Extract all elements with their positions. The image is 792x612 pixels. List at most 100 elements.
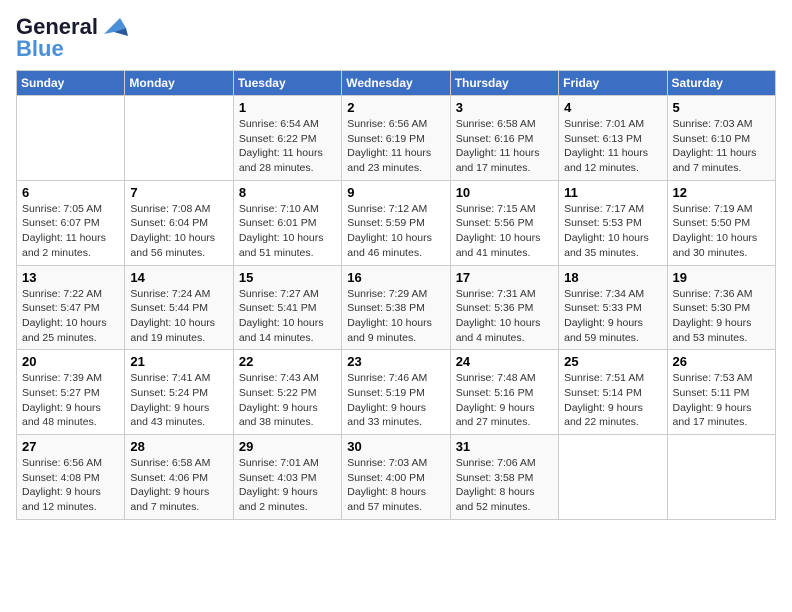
day-number: 20 bbox=[22, 354, 119, 369]
day-info: Sunrise: 7:17 AMSunset: 5:53 PMDaylight:… bbox=[564, 202, 661, 261]
daylight-text: Daylight: 9 hours and 27 minutes. bbox=[456, 402, 535, 429]
day-number: 11 bbox=[564, 185, 661, 200]
sunset-text: Sunset: 4:03 PM bbox=[239, 472, 317, 484]
weekday-header: Thursday bbox=[450, 71, 558, 96]
sunset-text: Sunset: 6:01 PM bbox=[239, 217, 317, 229]
calendar-cell: 19Sunrise: 7:36 AMSunset: 5:30 PMDayligh… bbox=[667, 265, 775, 350]
calendar-cell: 7Sunrise: 7:08 AMSunset: 6:04 PMDaylight… bbox=[125, 180, 233, 265]
daylight-text: Daylight: 11 hours and 12 minutes. bbox=[564, 147, 648, 174]
sunset-text: Sunset: 5:33 PM bbox=[564, 302, 642, 314]
sunset-text: Sunset: 4:08 PM bbox=[22, 472, 100, 484]
logo-wing-icon bbox=[100, 14, 130, 44]
calendar-cell: 12Sunrise: 7:19 AMSunset: 5:50 PMDayligh… bbox=[667, 180, 775, 265]
daylight-text: Daylight: 11 hours and 17 minutes. bbox=[456, 147, 540, 174]
calendar-cell: 8Sunrise: 7:10 AMSunset: 6:01 PMDaylight… bbox=[233, 180, 341, 265]
day-number: 28 bbox=[130, 439, 227, 454]
sunset-text: Sunset: 5:44 PM bbox=[130, 302, 208, 314]
sunset-text: Sunset: 5:41 PM bbox=[239, 302, 317, 314]
daylight-text: Daylight: 8 hours and 57 minutes. bbox=[347, 486, 426, 513]
calendar-cell: 30Sunrise: 7:03 AMSunset: 4:00 PMDayligh… bbox=[342, 435, 450, 520]
daylight-text: Daylight: 10 hours and 51 minutes. bbox=[239, 232, 324, 259]
daylight-text: Daylight: 8 hours and 52 minutes. bbox=[456, 486, 535, 513]
day-number: 16 bbox=[347, 270, 444, 285]
sunrise-text: Sunrise: 7:06 AM bbox=[456, 457, 536, 469]
sunrise-text: Sunrise: 7:34 AM bbox=[564, 288, 644, 300]
logo: GeneralBlue bbox=[16, 16, 130, 60]
calendar-table: SundayMondayTuesdayWednesdayThursdayFrid… bbox=[16, 70, 776, 520]
sunset-text: Sunset: 6:16 PM bbox=[456, 133, 534, 145]
day-info: Sunrise: 7:27 AM Sunset: 5:41 PM Daylight:… bbox=[239, 287, 336, 346]
calendar-header-row: SundayMondayTuesdayWednesdayThursdayFrid… bbox=[17, 71, 776, 96]
sunrise-text: Sunrise: 6:58 AM bbox=[130, 457, 210, 469]
day-number: 2 bbox=[347, 100, 444, 115]
sunrise-text: Sunrise: 7:17 AM bbox=[564, 203, 644, 215]
day-number: 6 bbox=[22, 185, 119, 200]
sunset-text: Sunset: 6:10 PM bbox=[673, 133, 751, 145]
calendar-cell: 28Sunrise: 6:58 AMSunset: 4:06 PMDayligh… bbox=[125, 435, 233, 520]
daylight-text: Daylight: 11 hours and 7 minutes. bbox=[673, 147, 757, 174]
calendar-cell bbox=[667, 435, 775, 520]
sunset-text: Sunset: 5:30 PM bbox=[673, 302, 751, 314]
day-number: 31 bbox=[456, 439, 553, 454]
calendar-week-row: 1Sunrise: 6:54 AMSunset: 6:22 PMDaylight… bbox=[17, 96, 776, 181]
day-info: Sunrise: 7:29 AMSunset: 5:38 PMDaylight:… bbox=[347, 287, 444, 346]
calendar-cell: 22Sunrise: 7:43 AMSunset: 5:22 PMDayligh… bbox=[233, 350, 341, 435]
weekday-header: Monday bbox=[125, 71, 233, 96]
daylight-text: Daylight: 9 hours and 17 minutes. bbox=[673, 402, 752, 429]
daylight-text: Daylight: 9 hours and 2 minutes. bbox=[239, 486, 318, 513]
day-number: 1 bbox=[239, 100, 336, 115]
daylight-text: Daylight: 10 hours and 9 minutes. bbox=[347, 317, 432, 344]
sunrise-text: Sunrise: 7:15 AM bbox=[456, 203, 536, 215]
calendar-cell: 18Sunrise: 7:34 AMSunset: 5:33 PMDayligh… bbox=[559, 265, 667, 350]
calendar-cell: 6Sunrise: 7:05 AMSunset: 6:07 PMDaylight… bbox=[17, 180, 125, 265]
sunrise-text: Sunrise: 7:10 AM bbox=[239, 203, 319, 215]
daylight-text: Daylight: 9 hours and 53 minutes. bbox=[673, 317, 752, 344]
day-info: Sunrise: 6:56 AMSunset: 6:19 PMDaylight:… bbox=[347, 117, 444, 176]
calendar-cell: 14Sunrise: 7:24 AMSunset: 5:44 PMDayligh… bbox=[125, 265, 233, 350]
day-info: Sunrise: 7:06 AMSunset: 3:58 PMDaylight:… bbox=[456, 456, 553, 515]
sunrise-text: Sunrise: 7:24 AM bbox=[130, 288, 210, 300]
sunrise-text: Sunrise: 7:12 AM bbox=[347, 203, 427, 215]
day-info: Sunrise: 7:43 AMSunset: 5:22 PMDaylight:… bbox=[239, 371, 336, 430]
calendar-cell: 1Sunrise: 6:54 AMSunset: 6:22 PMDaylight… bbox=[233, 96, 341, 181]
daylight-text: Daylight: 10 hours and 19 minutes. bbox=[130, 317, 215, 344]
day-info: Sunrise: 7:41 AMSunset: 5:24 PMDaylight:… bbox=[130, 371, 227, 430]
calendar-cell bbox=[125, 96, 233, 181]
sunrise-text: Sunrise: 7:27 AM bbox=[239, 288, 319, 300]
daylight-text: Daylight: 9 hours and 59 minutes. bbox=[564, 317, 643, 344]
weekday-header: Sunday bbox=[17, 71, 125, 96]
calendar-cell: 31 Sunrise: 7:06 AMSunset: 3:58 PMDayligh… bbox=[450, 435, 558, 520]
sunrise-text: Sunrise: 7:08 AM bbox=[130, 203, 210, 215]
day-number: 15 bbox=[239, 270, 336, 285]
day-number: 30 bbox=[347, 439, 444, 454]
day-info: Sunrise: 7:08 AMSunset: 6:04 PMDaylight:… bbox=[130, 202, 227, 261]
sunset-text: Sunset: 6:04 PM bbox=[130, 217, 208, 229]
sunset-text: Sunset: 5:22 PM bbox=[239, 387, 317, 399]
day-number: 3 bbox=[456, 100, 553, 115]
daylight-text: Daylight: 10 hours and 41 minutes. bbox=[456, 232, 541, 259]
daylight-text: Daylight: 10 hours and 14 minutes. bbox=[239, 317, 324, 344]
day-number: 19 bbox=[673, 270, 770, 285]
sunrise-text: Sunrise: 7:01 AM bbox=[239, 457, 319, 469]
sunset-text: Sunset: 6:07 PM bbox=[22, 217, 100, 229]
calendar-cell: 11 Sunrise: 7:17 AMSunset: 5:53 PMDayligh… bbox=[559, 180, 667, 265]
day-number: 21 bbox=[130, 354, 227, 369]
sunset-text: Sunset: 6:19 PM bbox=[347, 133, 425, 145]
sunrise-text: Sunrise: 7:31 AM bbox=[456, 288, 536, 300]
day-number: 9 bbox=[347, 185, 444, 200]
daylight-text: Daylight: 11 hours and 2 minutes. bbox=[22, 232, 106, 259]
day-number: 12 bbox=[673, 185, 770, 200]
sunrise-text: Sunrise: 7:03 AM bbox=[347, 457, 427, 469]
daylight-text: Daylight: 10 hours and 4 minutes. bbox=[456, 317, 541, 344]
day-info: Sunrise: 7:53 AMSunset: 5:11 PMDaylight:… bbox=[673, 371, 770, 430]
daylight-text: Daylight: 10 hours and 25 minutes. bbox=[22, 317, 107, 344]
sunrise-text: Sunrise: 6:56 AM bbox=[22, 457, 102, 469]
day-number: 29 bbox=[239, 439, 336, 454]
sunset-text: Sunset: 5:50 PM bbox=[673, 217, 751, 229]
sunrise-text: Sunrise: 7:51 AM bbox=[564, 372, 644, 384]
sunrise-text: Sunrise: 7:43 AM bbox=[239, 372, 319, 384]
weekday-header: Tuesday bbox=[233, 71, 341, 96]
day-number: 24 bbox=[456, 354, 553, 369]
sunrise-text: Sunrise: 7:41 AM bbox=[130, 372, 210, 384]
calendar-cell: 21 Sunrise: 7:41 AMSunset: 5:24 PMDayligh… bbox=[125, 350, 233, 435]
